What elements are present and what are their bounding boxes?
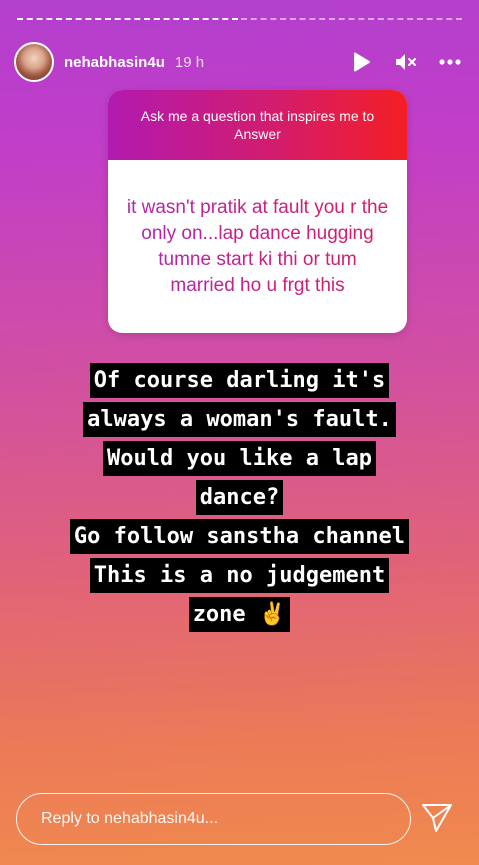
more-icon xyxy=(439,59,461,65)
more-button[interactable] xyxy=(435,47,465,77)
avatar[interactable] xyxy=(14,42,54,82)
question-prompt: Ask me a question that inspires me to An… xyxy=(108,90,407,160)
reply-placeholder: Reply to nehabhasin4u... xyxy=(41,810,219,827)
username[interactable]: nehabhasin4u xyxy=(64,54,165,71)
story-progress-bar xyxy=(17,18,462,20)
question-sticker[interactable]: Ask me a question that inspires me to An… xyxy=(108,90,407,333)
story-header: nehabhasin4u 19 h xyxy=(14,42,465,82)
caption-line: Would you like a lap xyxy=(103,441,376,476)
caption-line: This is a no judgement xyxy=(89,558,390,593)
reply-input[interactable]: Reply to nehabhasin4u... xyxy=(16,793,411,845)
progress-segment-pending xyxy=(241,18,462,20)
caption-line: zone ✌️ xyxy=(188,597,291,632)
send-icon xyxy=(422,804,452,832)
story-caption: Of course darling it's always a woman's … xyxy=(0,363,479,636)
post-time: 19 h xyxy=(174,53,205,71)
caption-line: always a woman's fault. xyxy=(83,402,396,437)
play-icon xyxy=(354,52,370,72)
send-button[interactable] xyxy=(420,801,454,835)
caption-line: dance? xyxy=(195,480,284,515)
speaker-muted-icon xyxy=(396,54,416,70)
question-answer: it wasn't pratik at fault you r the only… xyxy=(108,160,407,333)
play-button[interactable] xyxy=(347,47,377,77)
progress-segment-viewed xyxy=(17,18,238,20)
caption-line: Of course darling it's xyxy=(89,363,390,398)
mute-button[interactable] xyxy=(391,47,421,77)
caption-line: Go follow sanstha channel xyxy=(69,519,410,554)
